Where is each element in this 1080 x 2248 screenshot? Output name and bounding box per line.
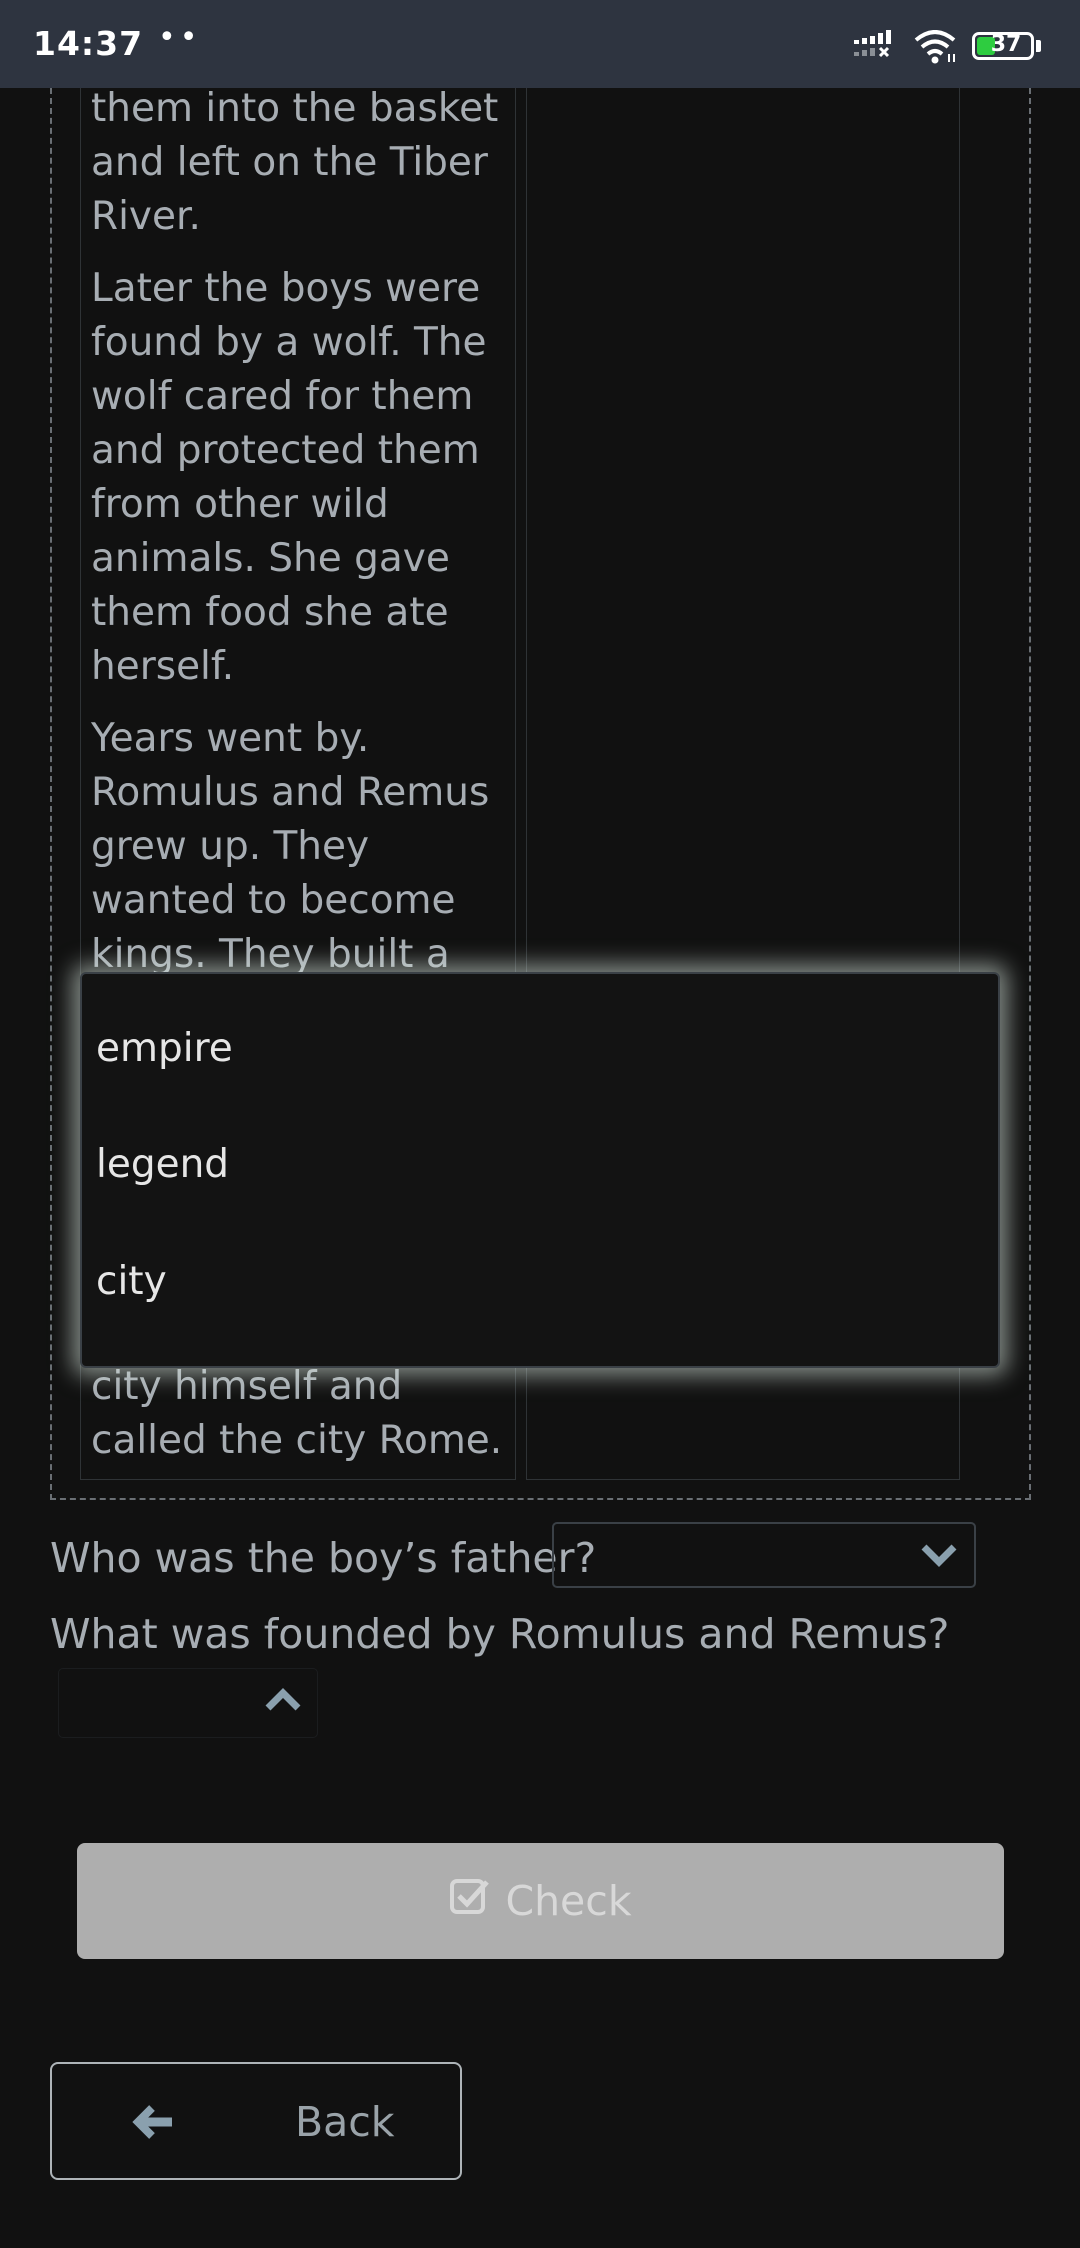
- dropdown-option-empire[interactable]: empire: [96, 1026, 233, 1071]
- chevron-down-icon[interactable]: [920, 1542, 958, 1572]
- story-paragraph: them into the basket and left on the Tib…: [91, 88, 499, 239]
- story-paragraph: Later the boys were found by a wolf. The…: [91, 266, 487, 689]
- status-bar: 14:37 •• 37: [0, 0, 1080, 88]
- battery-tip: [1036, 40, 1041, 52]
- check-button[interactable]: Check: [77, 1843, 1004, 1959]
- chevron-up-icon[interactable]: [264, 1687, 302, 1717]
- dropdown-option-city[interactable]: city: [96, 1259, 167, 1304]
- father-answer-select[interactable]: [552, 1522, 976, 1588]
- dropdown-options-popup: empire legend city: [80, 972, 1000, 1368]
- question-father: Who was the boy’s father?: [50, 1534, 597, 1582]
- checkbox-check-icon: [449, 1876, 491, 1926]
- story-paragraph: city himself and called the city Rome.: [91, 1364, 503, 1463]
- battery-icon: 37: [972, 32, 1034, 60]
- check-button-label: Check: [505, 1877, 632, 1925]
- wifi-icon: [912, 30, 958, 68]
- arrow-left-icon: [132, 2102, 176, 2150]
- back-button[interactable]: Back: [50, 2062, 462, 2180]
- question-founded: What was founded by Romulus and Remus?: [50, 1610, 950, 1658]
- notification-dots: ••: [158, 20, 202, 55]
- back-button-label: Back: [295, 2098, 395, 2146]
- dropdown-option-legend[interactable]: legend: [96, 1142, 229, 1187]
- status-time: 14:37: [33, 24, 144, 63]
- signal-icon: [852, 30, 898, 64]
- battery-level: 37: [990, 32, 1022, 57]
- founded-answer-select[interactable]: [58, 1668, 318, 1738]
